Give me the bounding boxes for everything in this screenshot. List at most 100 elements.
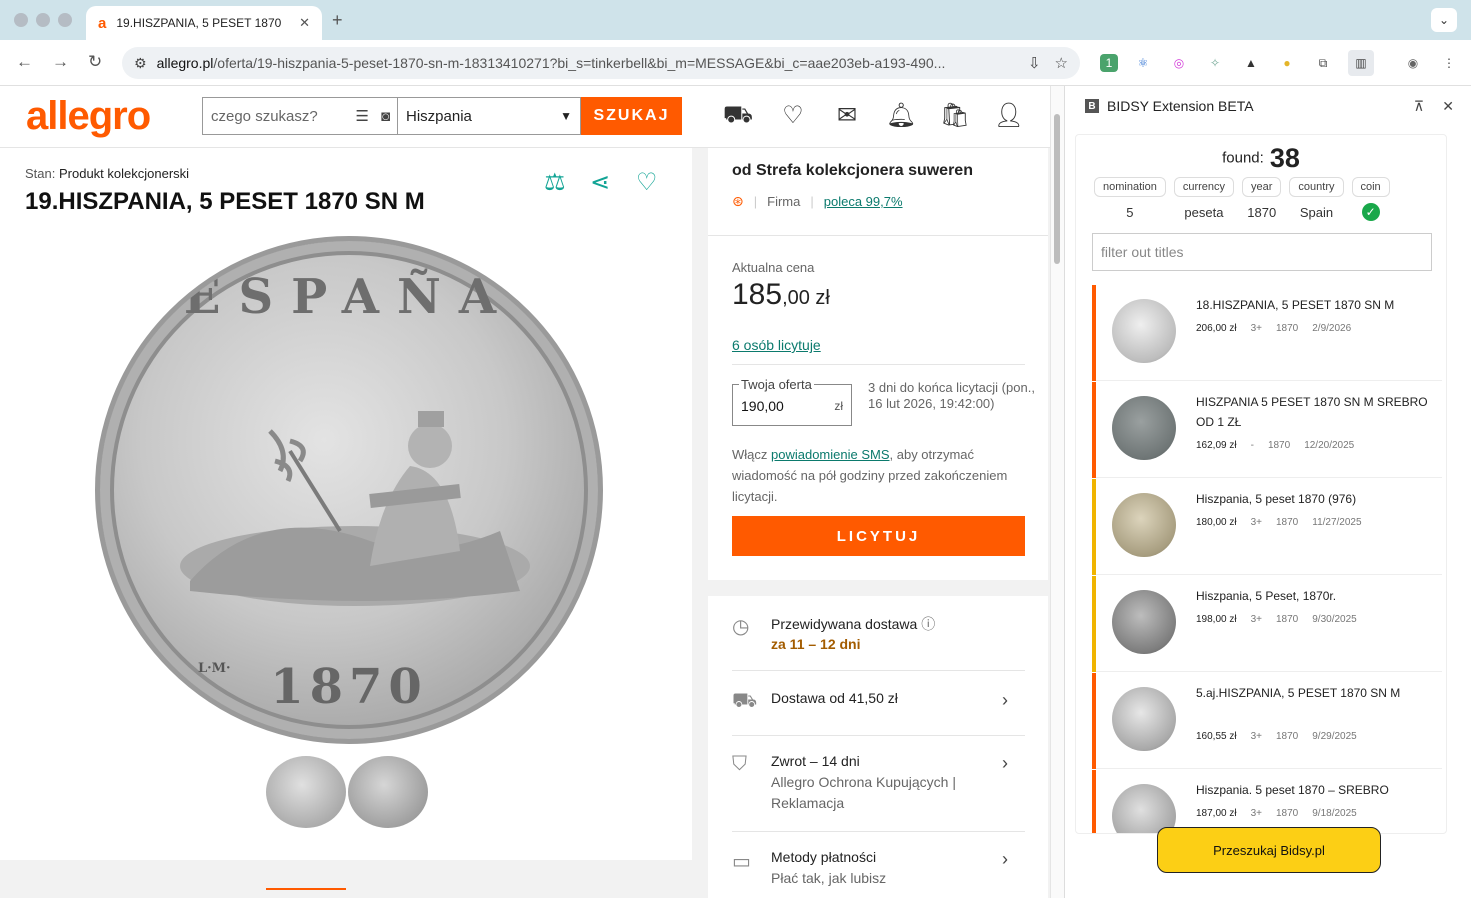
window-zoom-button[interactable] bbox=[58, 13, 72, 27]
seller-name[interactable]: od Strefa kolekcjonera suweren bbox=[732, 162, 973, 180]
returns-row[interactable]: ⛉ Zwrot – 14 dni Allegro Ochrona Kupując… bbox=[708, 735, 1048, 831]
result-meta: 180,00 zł 3+ 1870 11/27/2025 bbox=[1196, 517, 1362, 528]
filter-country[interactable]: country Spain bbox=[1289, 177, 1344, 221]
filter-currency[interactable]: currency peseta bbox=[1173, 177, 1235, 221]
result-coin-thumbnail[interactable] bbox=[1112, 299, 1176, 363]
result-coin-thumbnail[interactable] bbox=[1112, 590, 1176, 654]
bookmark-star-icon[interactable]: ☆ bbox=[1055, 54, 1068, 72]
reload-icon[interactable]: ↻ bbox=[88, 52, 102, 72]
result-meta: 198,00 zł 3+ 1870 9/30/2025 bbox=[1196, 614, 1357, 625]
bidders-link[interactable]: 6 osób licytuje bbox=[732, 337, 821, 353]
seller-meta: ⊛ | Firma | poleca 99,7% bbox=[732, 193, 903, 209]
tab-search-chevron-icon[interactable]: ⌄ bbox=[1431, 8, 1457, 32]
close-icon[interactable]: ✕ bbox=[1442, 98, 1454, 115]
result-item[interactable]: 18.HISZPANIA, 5 PESET 1870 SN M 206,00 zł… bbox=[1092, 285, 1442, 381]
page-scrollbar[interactable] bbox=[1050, 86, 1064, 898]
browser-menu-icon[interactable]: ⋮ bbox=[1440, 54, 1458, 72]
divider bbox=[708, 235, 1048, 236]
result-meta: 206,00 zł 3+ 1870 2/9/2026 bbox=[1196, 323, 1351, 334]
filter-nomination[interactable]: nomination 5 bbox=[1094, 177, 1166, 221]
tab-close-icon[interactable]: ✕ bbox=[299, 15, 310, 31]
back-arrow-icon[interactable]: ← bbox=[16, 52, 33, 72]
result-year: 1870 bbox=[1276, 614, 1299, 625]
result-title[interactable]: 18.HISZPANIA, 5 PESET 1870 SN M bbox=[1196, 295, 1436, 315]
thumbnail-reverse[interactable] bbox=[348, 756, 428, 828]
bid-amount-input[interactable]: Twoja oferta 190,00 zł bbox=[732, 377, 852, 426]
extension-circle-icon[interactable]: ◎ bbox=[1170, 54, 1188, 72]
extension-badge: 1 bbox=[1105, 56, 1113, 70]
extension-coin-icon[interactable]: ● bbox=[1278, 54, 1296, 72]
result-item[interactable]: HISZPANIA 5 PESET 1870 SN M SREBRO OD 1 … bbox=[1092, 382, 1442, 478]
result-year: 1870 bbox=[1276, 731, 1299, 742]
extension-sparkle-icon[interactable]: ✧ bbox=[1206, 54, 1224, 72]
result-title[interactable]: HISZPANIA 5 PESET 1870 SN M SREBRO OD 1 … bbox=[1196, 392, 1436, 432]
result-coin-thumbnail[interactable] bbox=[1112, 493, 1176, 557]
allegro-favicon-icon: a bbox=[98, 14, 107, 32]
compare-scales-icon[interactable]: ⚖ bbox=[544, 168, 566, 197]
site-header: allegro czego szukasz? ☰ ◙ Hiszpania ▼ S… bbox=[0, 86, 1050, 148]
coin-year: 1870 bbox=[270, 659, 428, 715]
extensions-puzzle-icon[interactable]: ⧉ bbox=[1314, 54, 1332, 72]
new-tab-icon[interactable]: + bbox=[332, 10, 343, 31]
payment-row[interactable]: ▭ Metody płatności Płać tak, jak lubisz … bbox=[708, 831, 1048, 898]
site-info-icon[interactable]: ⚙ bbox=[134, 55, 147, 72]
product-state: Stan: Produkt kolekcjonerski bbox=[25, 166, 189, 181]
found-count: found: 38 bbox=[1222, 143, 1300, 173]
unpin-icon[interactable]: ⊼ bbox=[1414, 98, 1424, 115]
browser-tab-active[interactable]: a 19.HISZPANIA, 5 PESET 1870 ✕ bbox=[86, 6, 322, 40]
extension-image-icon[interactable]: 1 bbox=[1100, 54, 1118, 72]
allegro-logo[interactable]: allegro bbox=[26, 94, 151, 139]
result-bids: 3+ bbox=[1250, 517, 1262, 528]
result-item[interactable]: 5.aj.HISZPANIA, 5 PESET 1870 SN M 160,55 … bbox=[1092, 673, 1442, 769]
expected-delivery-label: Przewidywana dostawa ⓘ bbox=[771, 616, 936, 632]
thumbnail-obverse[interactable] bbox=[266, 756, 346, 828]
side-panel-icon[interactable]: ▥ bbox=[1348, 50, 1374, 76]
address-bar[interactable]: ⚙ allegro.pl/oferta/19-hiszpania-5-peset… bbox=[122, 47, 1080, 79]
bid-button[interactable]: LICYTUJ bbox=[732, 516, 1025, 556]
result-title[interactable]: 5.aj.HISZPANIA, 5 PESET 1870 SN M bbox=[1196, 683, 1436, 703]
result-title[interactable]: Hiszpania. 5 peset 1870 – SREBRO bbox=[1196, 780, 1436, 800]
messages-icon[interactable]: ✉ bbox=[831, 101, 863, 130]
search-button[interactable]: SZUKAJ bbox=[581, 97, 682, 135]
forward-arrow-icon[interactable]: → bbox=[52, 52, 69, 72]
result-year: 1870 bbox=[1276, 808, 1299, 819]
filter-year[interactable]: year 1870 bbox=[1242, 177, 1282, 221]
notifications-bell-icon[interactable]: 🔔︎ bbox=[885, 101, 917, 130]
favorite-heart-icon[interactable]: ♡ bbox=[636, 168, 658, 197]
result-item[interactable]: Hiszpania, 5 Peset, 1870r. 198,00 zł 3+ 187… bbox=[1092, 576, 1442, 672]
page-scrollbar-thumb[interactable] bbox=[1054, 114, 1060, 264]
delivery-truck-icon[interactable]: ⛟ bbox=[722, 101, 754, 131]
camera-search-icon[interactable]: ◙ bbox=[381, 108, 390, 125]
info-icon[interactable]: ⓘ bbox=[921, 616, 935, 632]
window-minimize-button[interactable] bbox=[36, 13, 50, 27]
current-price: 185,00 zł bbox=[732, 278, 830, 312]
result-coin-thumbnail[interactable] bbox=[1112, 396, 1176, 460]
cart-bag-icon[interactable]: 🛍︎ bbox=[939, 101, 971, 130]
auction-time-left: 3 dni do końca licytacji (pon., 16 lut 2… bbox=[868, 380, 1035, 411]
result-title[interactable]: Hiszpania, 5 peset 1870 (976) bbox=[1196, 489, 1436, 509]
window-close-button[interactable] bbox=[14, 13, 28, 27]
search-filter-icon[interactable]: ☰ bbox=[355, 107, 368, 125]
sms-notification-link[interactable]: powiadomienie SMS bbox=[771, 447, 890, 462]
search-input[interactable]: czego szukasz? ☰ ◙ bbox=[202, 97, 398, 135]
extension-atom-icon[interactable]: ⚛ bbox=[1134, 54, 1152, 72]
chevron-right-icon: › bbox=[1002, 849, 1008, 869]
install-app-icon[interactable]: ⇩ bbox=[1028, 54, 1041, 72]
profile-avatar-icon[interactable]: ◉ bbox=[1404, 54, 1422, 72]
extension-triangle-icon[interactable]: ▲ bbox=[1242, 54, 1260, 72]
seller-rating-link[interactable]: poleca 99,7% bbox=[824, 194, 903, 209]
shipping-row[interactable]: ⛟ Dostawa od 41,50 zł › bbox=[708, 670, 1048, 734]
result-item[interactable]: Hiszpania. 5 peset 1870 – SREBRO 187,00 z… bbox=[1092, 770, 1442, 833]
search-bidsy-button[interactable]: Przeszukaj Bidsy.pl bbox=[1157, 827, 1381, 873]
result-price: 198,00 zł bbox=[1196, 614, 1237, 625]
filter-titles-input[interactable]: filter out titles bbox=[1092, 233, 1432, 271]
product-main-image[interactable]: ESPAÑA L·M· 1870 bbox=[95, 236, 603, 744]
result-item[interactable]: Hiszpania, 5 peset 1870 (976) 180,00 zł 3+… bbox=[1092, 479, 1442, 575]
result-title[interactable]: Hiszpania, 5 Peset, 1870r. bbox=[1196, 586, 1436, 606]
heart-icon[interactable]: ♡ bbox=[777, 101, 809, 130]
result-coin-thumbnail[interactable] bbox=[1112, 687, 1176, 751]
filter-coin[interactable]: coin ✓ bbox=[1351, 177, 1390, 221]
category-select[interactable]: Hiszpania ▼ bbox=[397, 97, 581, 135]
user-account-icon[interactable]: 👤︎ bbox=[993, 101, 1025, 130]
share-icon[interactable]: ⋖ bbox=[590, 168, 610, 197]
